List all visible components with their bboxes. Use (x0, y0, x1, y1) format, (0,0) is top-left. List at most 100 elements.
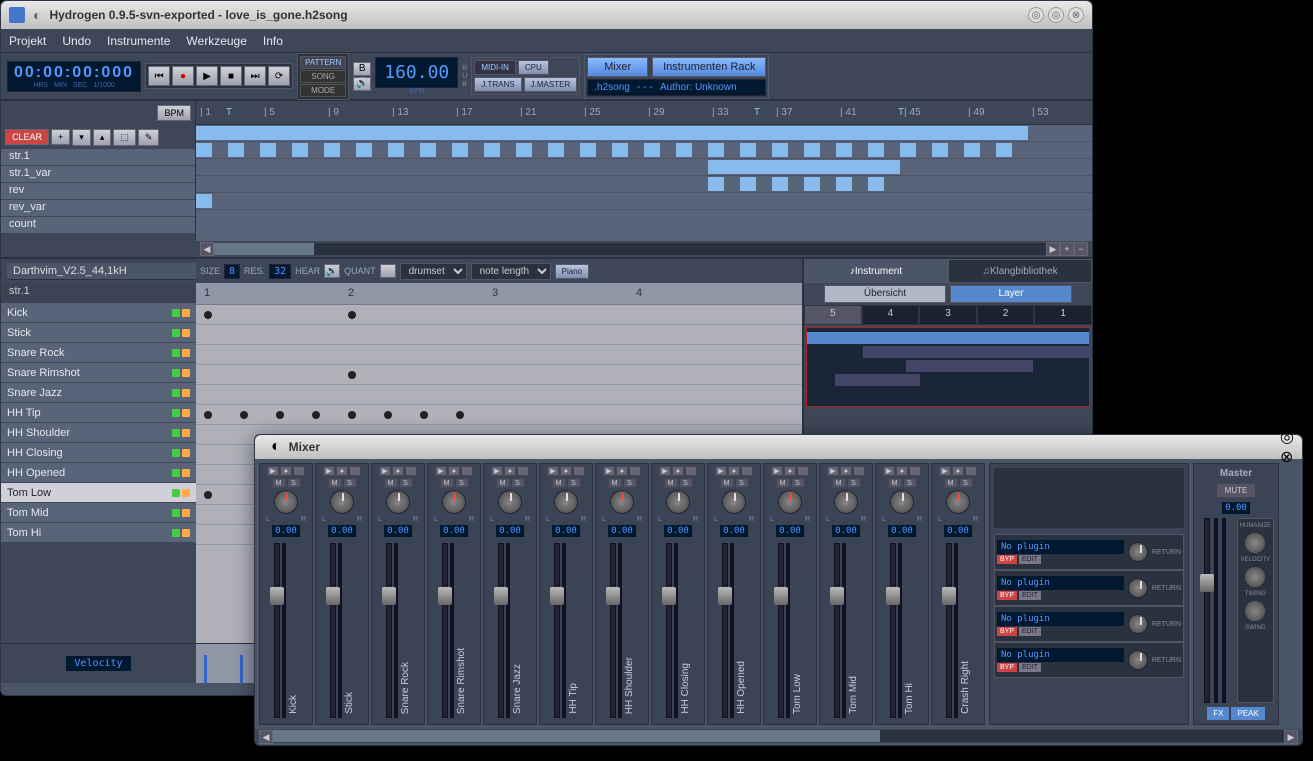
song-cell[interactable] (708, 177, 724, 191)
instrument-row[interactable]: Tom Mid (1, 503, 196, 523)
song-mode-button[interactable]: SONG (300, 70, 346, 83)
song-cell[interactable] (276, 126, 292, 140)
pattern-grid-row[interactable] (196, 345, 802, 365)
bpm-display[interactable]: 160.00 (375, 57, 458, 88)
song-cell[interactable] (308, 126, 324, 140)
pan-knob[interactable] (274, 490, 298, 514)
song-cell[interactable] (1012, 126, 1028, 140)
res-value[interactable]: 32 (269, 264, 291, 279)
instrument-row[interactable]: HH Shoulder (1, 423, 196, 443)
select-tool-button[interactable]: ⬚ (113, 129, 136, 146)
bc-button[interactable]: B (353, 62, 371, 76)
ch-solo-button[interactable]: S (623, 478, 637, 488)
song-grid-row[interactable] (196, 176, 1092, 193)
ch-fader[interactable] (722, 543, 728, 718)
pan-knob[interactable] (890, 490, 914, 514)
note[interactable] (204, 411, 212, 419)
song-cell[interactable] (228, 126, 244, 140)
scroll-left-button[interactable]: ◀ (200, 242, 214, 256)
record-button[interactable]: ● (172, 66, 194, 86)
pattern-row[interactable]: str.1_var (1, 166, 195, 183)
song-cell[interactable] (228, 143, 244, 157)
song-cell[interactable] (564, 126, 580, 140)
fx-bypass-button[interactable]: BYP (997, 555, 1017, 564)
mute-led[interactable] (172, 349, 180, 357)
song-cell[interactable] (868, 177, 884, 191)
ch-solo-button[interactable]: S (287, 478, 301, 488)
song-cell[interactable] (740, 143, 756, 157)
song-cell[interactable] (692, 126, 708, 140)
master-fader[interactable] (1204, 518, 1210, 703)
pattern-mode-button[interactable]: PATTERN (300, 56, 346, 69)
fx-return-knob[interactable] (1128, 614, 1148, 634)
song-cell[interactable] (852, 160, 868, 174)
song-cell[interactable] (740, 177, 756, 191)
song-cell[interactable] (420, 143, 436, 157)
ch-trig-icon[interactable]: ● (896, 466, 908, 476)
ch-play-icon[interactable]: ▶ (939, 466, 951, 476)
note[interactable] (348, 311, 356, 319)
song-cell[interactable] (980, 126, 996, 140)
song-cell[interactable] (868, 160, 884, 174)
fx-return-knob[interactable] (1128, 650, 1148, 670)
jtrans-button[interactable]: J.TRANS (474, 77, 521, 92)
instrument-row[interactable]: HH Closing (1, 443, 196, 463)
song-cell[interactable] (996, 126, 1012, 140)
song-cell[interactable] (884, 126, 900, 140)
ch-trig-icon[interactable]: ● (616, 466, 628, 476)
jmaster-button[interactable]: J.MASTER (524, 77, 578, 92)
mute-led[interactable] (172, 329, 180, 337)
ch-solo-button[interactable]: S (567, 478, 581, 488)
song-cell[interactable] (772, 160, 788, 174)
song-cell[interactable] (852, 126, 868, 140)
pan-knob[interactable] (442, 490, 466, 514)
maximize-button[interactable]: ◎ (1048, 7, 1064, 23)
pattern-row[interactable]: str.1 (1, 149, 195, 166)
ch-trig-icon[interactable]: ● (840, 466, 852, 476)
song-cell[interactable] (196, 143, 212, 157)
pattern-row[interactable]: rev (1, 183, 195, 200)
song-cell[interactable] (404, 126, 420, 140)
song-cell[interactable] (468, 126, 484, 140)
loop-button[interactable]: ⟳ (268, 66, 290, 86)
mute-led[interactable] (172, 529, 180, 537)
song-cell[interactable] (292, 126, 308, 140)
instrument-row[interactable]: Tom Low (1, 483, 196, 503)
fx-edit-button[interactable]: EDIT (1019, 663, 1041, 672)
song-cell[interactable] (820, 160, 836, 174)
close-button[interactable]: ⊗ (1068, 7, 1084, 23)
song-cell[interactable] (804, 126, 820, 140)
layer-number[interactable]: 3 (919, 305, 977, 325)
ch-mute-button[interactable]: M (272, 478, 286, 488)
instrument-row[interactable]: Snare Jazz (1, 383, 196, 403)
ch-solo-button[interactable]: S (455, 478, 469, 488)
ch-mute-button[interactable]: M (496, 478, 510, 488)
song-cell[interactable] (388, 126, 404, 140)
pattern-row[interactable]: rev_var (1, 200, 195, 217)
mixer-close-button[interactable]: ⊗ (1280, 447, 1294, 467)
song-cell[interactable] (948, 126, 964, 140)
note[interactable] (348, 371, 356, 379)
mute-led[interactable] (172, 449, 180, 457)
song-grid-row[interactable] (196, 142, 1092, 159)
menu-instrumente[interactable]: Instrumente (107, 34, 170, 48)
fx-bypass-button[interactable]: BYP (997, 663, 1017, 672)
mute-led[interactable] (172, 309, 180, 317)
stop-button[interactable]: ■ (220, 66, 242, 86)
song-cell[interactable] (788, 126, 804, 140)
solo-led[interactable] (182, 449, 190, 457)
pan-knob[interactable] (666, 490, 690, 514)
song-cell[interactable] (452, 126, 468, 140)
peak-button[interactable]: PEAK (1231, 707, 1264, 720)
solo-led[interactable] (182, 529, 190, 537)
fx-name[interactable]: No plugin (997, 648, 1124, 662)
ch-fader[interactable] (330, 543, 336, 718)
quant-toggle[interactable] (380, 264, 396, 278)
bpm-toggle-button[interactable]: BPM (157, 105, 191, 121)
song-cell[interactable] (804, 177, 820, 191)
song-cell[interactable] (612, 143, 628, 157)
song-cell[interactable] (740, 160, 756, 174)
notelength-dropdown[interactable]: note length (471, 263, 551, 280)
mixer-collapse-icon[interactable]: ◐ (271, 438, 281, 456)
song-grid[interactable]: | 1| 5| 9| 13| 17| 21| 25| 29| 33| 37| 4… (196, 101, 1092, 241)
